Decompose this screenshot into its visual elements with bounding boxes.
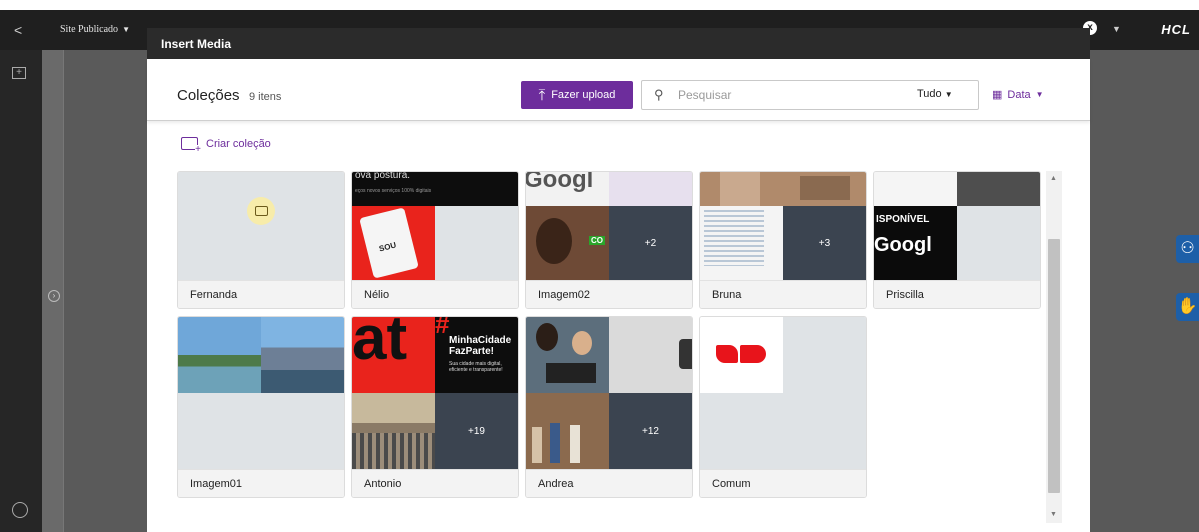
thumbnail-image: [261, 317, 344, 393]
collection-name: Bruna: [700, 280, 866, 308]
chevron-down-icon: ▼: [122, 25, 130, 34]
thumbnail-area: +12: [526, 317, 692, 469]
thumbnail-image: Googl: [526, 172, 609, 206]
create-collection-button[interactable]: Criar coleção: [181, 137, 271, 155]
accessibility-icon[interactable]: ⚇: [1176, 235, 1199, 263]
sign-language-icon[interactable]: ✋: [1176, 293, 1199, 321]
collection-name: Nélio: [352, 280, 518, 308]
collection-card-andrea[interactable]: +12 Andrea: [525, 316, 693, 498]
search-icon: ⚲: [654, 87, 664, 102]
chevron-down-icon: ▼: [944, 90, 953, 99]
collections-title: Coleções: [177, 87, 240, 104]
upload-icon: ⤒: [538, 86, 546, 104]
collections-grid: Fernanda ova postura. eços novos serviço…: [177, 171, 1045, 526]
globe-icon[interactable]: [12, 502, 28, 518]
thumbnail-overflow-count: +2: [609, 206, 692, 280]
folder-icon: [247, 197, 275, 225]
search-box: ⚲ Tudo ▼: [641, 80, 979, 110]
thumbnail-area: +3: [700, 172, 866, 280]
thumbnail-area: ISPONÍVEL Googl: [874, 172, 1040, 280]
thumbnail-area: [178, 317, 344, 469]
thumbnail-image: CO: [526, 206, 609, 280]
thumbnail-area: Googl CO +2: [526, 172, 692, 280]
collection-card-antonio[interactable]: at # MinhaCidade FazParte! Sua cidade ma…: [351, 316, 519, 498]
thumbnail-image: SOU: [352, 206, 435, 280]
scroll-down-icon[interactable]: ▼: [1050, 511, 1057, 518]
sort-control[interactable]: ▦ Data ▼: [992, 88, 1044, 102]
thumbnail-image: [700, 172, 866, 206]
thumbnail-overflow-count: +19: [435, 393, 518, 469]
grid-view-icon: ▦: [992, 89, 1003, 101]
thumbnail-image: [526, 317, 609, 393]
back-icon[interactable]: <: [14, 22, 22, 38]
collection-name: Comum: [700, 469, 866, 497]
thumbnail-overflow-count: +12: [609, 393, 692, 469]
thumbnail-image: [178, 317, 261, 393]
sort-label: Data: [1007, 88, 1031, 101]
collection-name: Imagem01: [178, 469, 344, 497]
scroll-up-icon[interactable]: ▲: [1050, 175, 1057, 182]
modal-title: Insert Media: [147, 28, 1090, 59]
upload-button[interactable]: ⤒ Fazer upload: [521, 81, 633, 109]
upload-label: Fazer upload: [551, 89, 616, 101]
collection-name: Fernanda: [178, 280, 344, 308]
left-rail: +: [0, 50, 42, 532]
modal-toolbar: Coleções 9 itens ⤒ Fazer upload ⚲ Tudo ▼…: [147, 59, 1090, 121]
collection-card-imagem01[interactable]: Imagem01: [177, 316, 345, 498]
collection-name: Andrea: [526, 469, 692, 497]
add-folder-icon: [181, 137, 201, 155]
brand-logo: HCL: [1161, 22, 1191, 37]
create-collection-label: Criar coleção: [206, 137, 271, 150]
collection-card-fernanda[interactable]: Fernanda: [177, 171, 345, 309]
thumbnail-image: [700, 317, 783, 393]
thumbnail-image: [874, 172, 957, 206]
scrollbar-thumb[interactable]: [1048, 239, 1060, 493]
left-panel: ›: [42, 50, 64, 532]
add-page-icon[interactable]: +: [12, 67, 26, 79]
thumbnail-image: [526, 393, 609, 469]
search-input[interactable]: [678, 85, 878, 105]
thumbnail-overflow-count: +3: [783, 206, 866, 280]
thumbnail-image: [700, 206, 783, 280]
site-selector[interactable]: Site Publicado ▼: [60, 24, 130, 35]
thumbnail-image: [609, 172, 692, 206]
collection-name: Imagem02: [526, 280, 692, 308]
right-panel: [1090, 50, 1199, 532]
thumbnail-image: at: [352, 317, 435, 393]
items-count: 9 itens: [249, 91, 282, 103]
insert-media-modal: Insert Media Coleções 9 itens ⤒ Fazer up…: [147, 28, 1090, 532]
collection-name: Priscilla: [874, 280, 1040, 308]
thumbnail-image: ova postura. eços novos serviços 100% di…: [352, 172, 518, 206]
collection-card-priscilla[interactable]: ISPONÍVEL Googl Priscilla: [873, 171, 1041, 309]
thumbnail-image: [352, 393, 435, 469]
thumbnail-image: # MinhaCidade FazParte! Sua cidade mais …: [435, 317, 518, 393]
thumbnail-image: [609, 317, 692, 393]
collection-card-comum[interactable]: Comum: [699, 316, 867, 498]
thumbnail-area: [700, 317, 866, 469]
collection-card-imagem02[interactable]: Googl CO +2 Imagem02: [525, 171, 693, 309]
collection-card-nelio[interactable]: ova postura. eços novos serviços 100% di…: [351, 171, 519, 309]
grid-scrollbar[interactable]: ▲ ▼: [1046, 171, 1062, 523]
chevron-down-icon: ▼: [1035, 90, 1044, 99]
collection-name: Antonio: [352, 469, 518, 497]
thumbnail-area: at # MinhaCidade FazParte! Sua cidade ma…: [352, 317, 518, 469]
thumbnail-area: ova postura. eços novos serviços 100% di…: [352, 172, 518, 280]
filter-select[interactable]: Tudo ▼: [917, 88, 953, 100]
collection-card-bruna[interactable]: +3 Bruna: [699, 171, 867, 309]
thumbnail-image: ISPONÍVEL Googl: [874, 206, 957, 280]
filter-value: Tudo: [917, 88, 942, 100]
chevron-down-icon[interactable]: ▼: [1112, 24, 1121, 34]
expand-handle-icon[interactable]: ›: [48, 290, 60, 302]
thumbnail-area: [178, 172, 344, 280]
thumbnail-image: [957, 172, 1040, 206]
